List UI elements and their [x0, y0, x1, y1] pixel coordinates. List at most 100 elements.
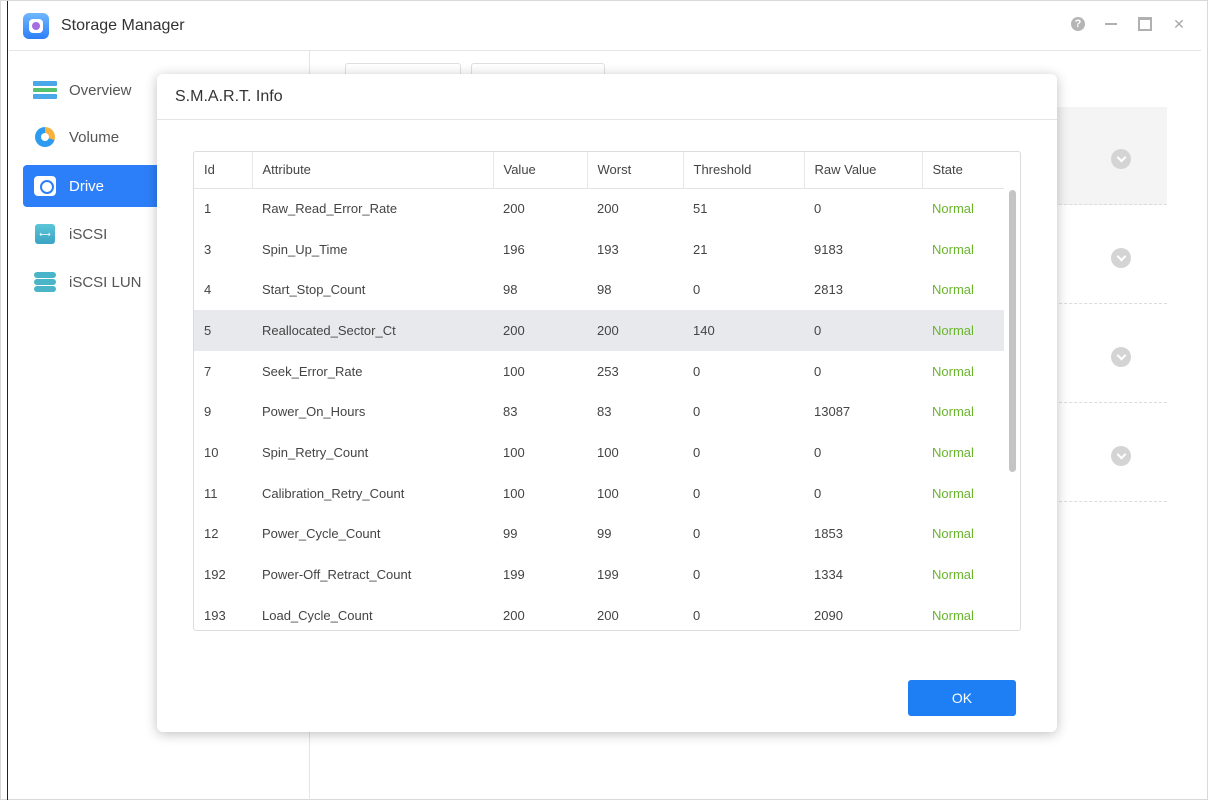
cell-state: Normal	[932, 526, 974, 542]
cell-attribute: Spin_Up_Time	[262, 241, 348, 257]
table-row[interactable]: 11 Calibration_Retry_Count 100 100 0 0 N…	[194, 473, 1006, 514]
sidebar-item-iscsi[interactable]: ⟷ iSCSI	[23, 213, 165, 255]
table-row[interactable]: 193 Load_Cycle_Count 200 200 0 2090 Norm…	[194, 595, 1006, 630]
cell-id: 3	[204, 241, 212, 257]
cell-value: 100	[503, 363, 525, 379]
sidebar-item-label: Overview	[69, 81, 132, 99]
cell-worst: 200	[587, 310, 683, 351]
cell-id: 1	[204, 201, 212, 217]
column-header-state[interactable]: State	[922, 152, 1006, 189]
sidebar-item-drive[interactable]: Drive	[23, 165, 165, 207]
chevron-down-icon[interactable]	[1111, 149, 1131, 169]
cell-attribute: Load_Cycle_Count	[262, 607, 373, 623]
table-row[interactable]: 3 Spin_Up_Time 196 193 21 9183 Normal	[194, 229, 1006, 270]
column-header-threshold[interactable]: Threshold	[683, 152, 805, 189]
cell-worst: 100	[597, 444, 619, 460]
cell-raw-value: 9183	[814, 241, 843, 257]
window-controls: ? ✕	[1071, 16, 1187, 32]
column-header-worst[interactable]: Worst	[587, 152, 684, 189]
table-row[interactable]: 1 Raw_Read_Error_Rate 200 200 51 0 Norma…	[194, 188, 1006, 229]
cell-attribute: Seek_Error_Rate	[262, 363, 363, 379]
cell-state: Normal	[932, 444, 974, 460]
sidebar-item-label: Volume	[69, 128, 120, 146]
dialog-title: S.M.A.R.T. Info	[157, 74, 1057, 120]
cell-attribute: Start_Stop_Count	[262, 282, 366, 298]
column-header-value[interactable]: Value	[493, 152, 588, 189]
minimize-icon[interactable]	[1103, 16, 1119, 32]
maximize-icon[interactable]	[1137, 16, 1153, 32]
ok-button[interactable]: OK	[908, 680, 1016, 716]
cell-value: 200	[493, 310, 587, 351]
cell-threshold: 21	[693, 241, 708, 257]
cell-raw-value: 2090	[814, 607, 843, 623]
storage-manager-app-icon	[23, 12, 49, 39]
cell-threshold: 0	[693, 607, 701, 623]
smart-info-dialog: S.M.A.R.T. Info Id Attribute Value Worst…	[157, 74, 1057, 732]
cell-attribute: Calibration_Retry_Count	[262, 485, 405, 501]
smart-table-container[interactable]: Id Attribute Value Worst Threshold Raw V…	[193, 151, 1021, 631]
cell-raw-value: 0	[814, 363, 822, 379]
cell-id: 11	[204, 485, 218, 501]
cell-worst: 200	[597, 607, 619, 623]
sidebar-item-overview[interactable]: Overview	[23, 69, 165, 111]
cell-state: Normal	[932, 485, 974, 501]
cell-threshold: 0	[693, 444, 701, 460]
chevron-down-icon[interactable]	[1111, 347, 1131, 367]
column-header-id[interactable]: Id	[194, 152, 253, 189]
cell-raw-value: 1853	[814, 526, 843, 542]
sidebar-item-label: iSCSI	[69, 225, 108, 243]
cell-attribute: Power_On_Hours	[262, 404, 366, 420]
table-row[interactable]: 12 Power_Cycle_Count 99 99 0 1853 Normal	[194, 514, 1006, 555]
cell-id: 4	[204, 282, 212, 298]
chevron-down-icon[interactable]	[1111, 446, 1131, 466]
cell-threshold: 0	[693, 526, 701, 542]
cell-attribute: Power-Off_Retract_Count	[262, 567, 412, 583]
cell-raw-value: 13087	[814, 404, 851, 420]
sidebar-item-iscsi-lun[interactable]: iSCSI LUN	[23, 261, 165, 303]
cell-state: Normal	[932, 404, 974, 420]
column-header-raw-value[interactable]: Raw Value	[804, 152, 923, 189]
cell-state: Normal	[932, 282, 974, 298]
cell-worst: 193	[597, 241, 619, 257]
table-row[interactable]: 9 Power_On_Hours 83 83 0 13087 Normal	[194, 391, 1006, 432]
smart-table: Id Attribute Value Worst Threshold Raw V…	[194, 152, 1006, 630]
cell-value: 199	[503, 567, 525, 583]
table-row[interactable]: 10 Spin_Retry_Count 100 100 0 0 Normal	[194, 432, 1006, 473]
table-row[interactable]: 4 Start_Stop_Count 98 98 0 2813 Normal	[194, 269, 1006, 310]
sidebar-item-label: iSCSI LUN	[69, 273, 142, 291]
cell-state: Normal	[932, 201, 974, 217]
column-header-attribute[interactable]: Attribute	[252, 152, 494, 189]
iscsi-lun-icon	[33, 271, 57, 293]
cell-threshold: 0	[693, 485, 701, 501]
table-row-hovered[interactable]: 5 Reallocated_Sector_Ct 200 200 140 0 No…	[194, 310, 1006, 351]
cell-worst: 98	[597, 282, 612, 298]
close-icon[interactable]: ✕	[1171, 16, 1187, 32]
cell-threshold: 140	[683, 310, 804, 351]
cell-attribute: Power_Cycle_Count	[262, 526, 381, 542]
cell-worst: 199	[597, 567, 619, 583]
iscsi-icon: ⟷	[33, 223, 57, 245]
help-icon[interactable]: ?	[1071, 17, 1085, 31]
cell-worst: 99	[597, 526, 612, 542]
table-row[interactable]: 192 Power-Off_Retract_Count 199 199 0 13…	[194, 554, 1006, 595]
cell-state: Normal	[922, 310, 1006, 351]
cell-state: Normal	[932, 567, 974, 583]
chevron-down-icon[interactable]	[1111, 248, 1131, 268]
cell-threshold: 51	[693, 201, 708, 217]
cell-value: 99	[503, 526, 518, 542]
cell-value: 200	[503, 607, 525, 623]
cell-value: 100	[503, 444, 525, 460]
cell-id: 7	[204, 363, 212, 379]
cell-raw-value: 0	[814, 485, 822, 501]
cell-id: 12	[204, 526, 219, 542]
cell-threshold: 0	[693, 567, 701, 583]
table-scrollbar-thumb[interactable]	[1009, 190, 1016, 472]
cell-threshold: 0	[693, 404, 701, 420]
cell-raw-value: 0	[814, 444, 822, 460]
cell-worst: 83	[597, 404, 612, 420]
table-row[interactable]: 7 Seek_Error_Rate 100 253 0 0 Normal	[194, 351, 1006, 392]
cell-value: 98	[503, 282, 518, 298]
sidebar-item-volume[interactable]: Volume	[23, 116, 165, 158]
cell-raw-value: 0	[814, 201, 822, 217]
cell-attribute: Reallocated_Sector_Ct	[252, 310, 493, 351]
